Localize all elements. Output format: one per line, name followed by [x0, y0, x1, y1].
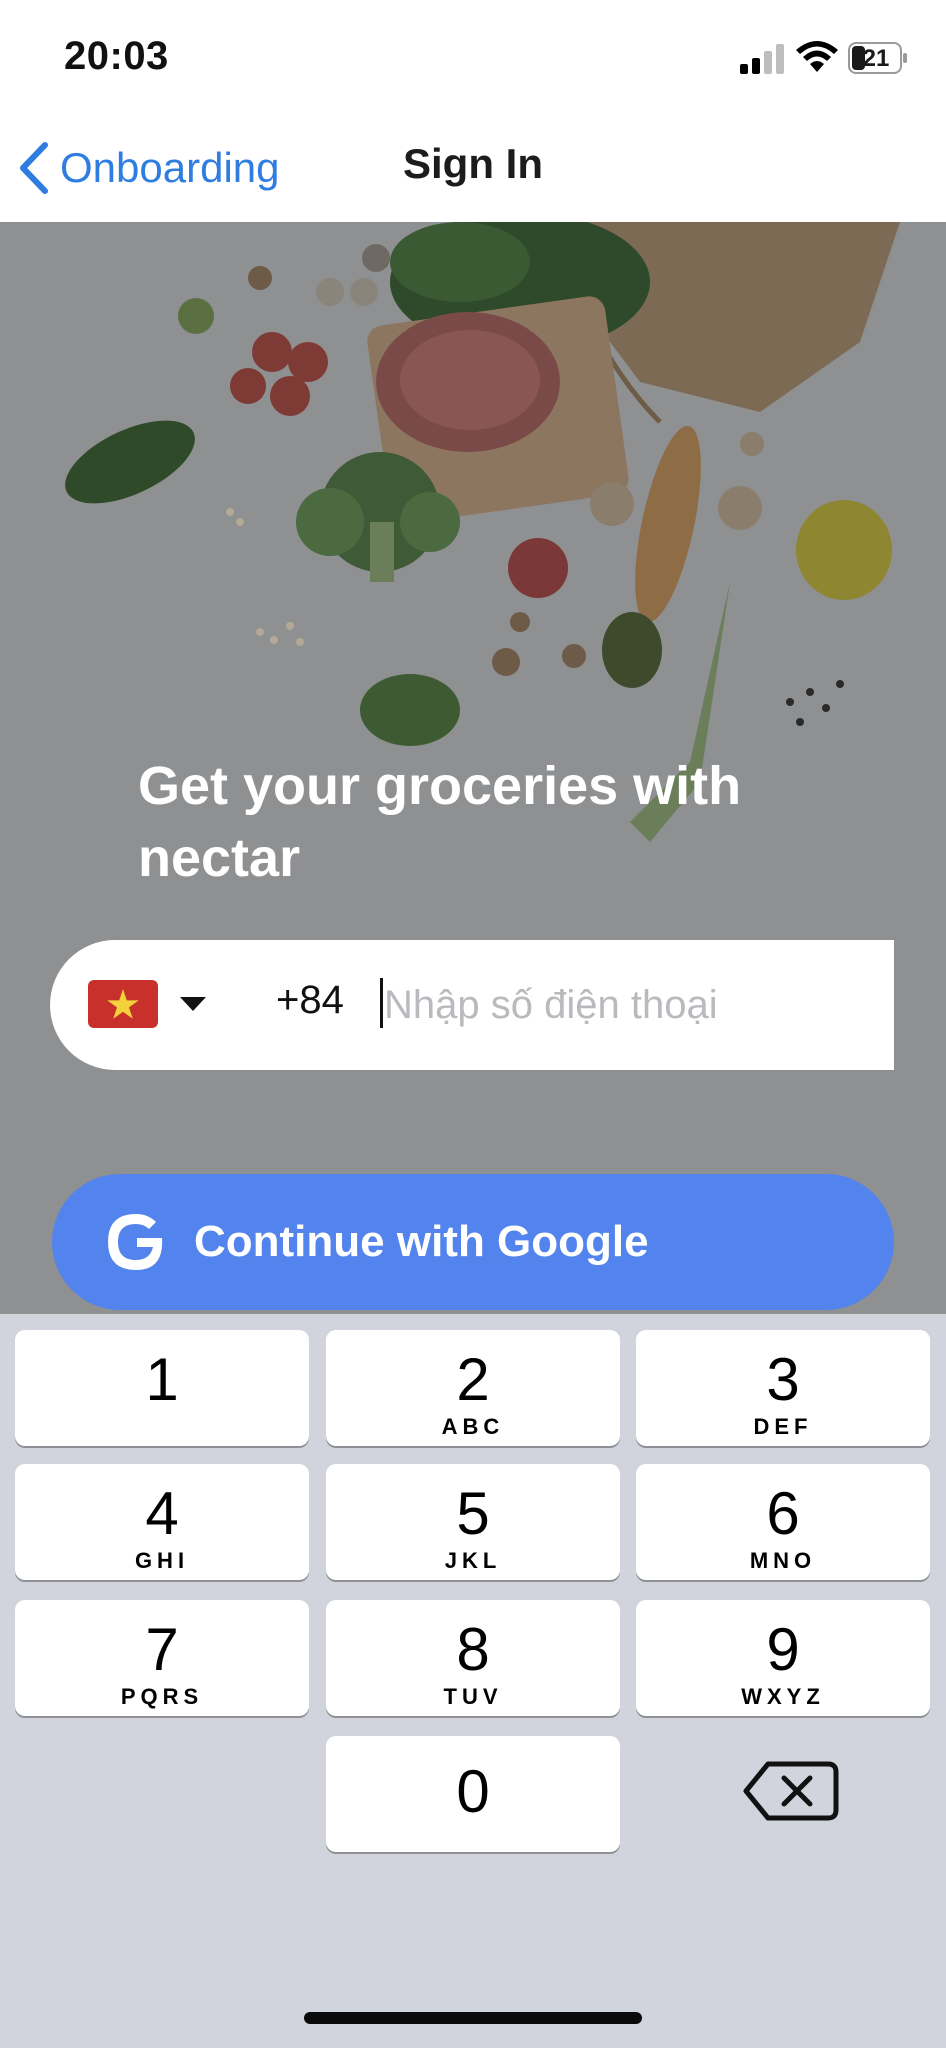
key-number: 6 — [766, 1480, 800, 1547]
key-number: 0 — [456, 1758, 490, 1825]
key-2[interactable]: 2 ABC — [326, 1330, 620, 1446]
key-letters: ABC — [441, 1414, 505, 1439]
wifi-icon — [796, 41, 838, 72]
status-bar: 20:03 21 — [0, 0, 946, 110]
phone-number-input[interactable] — [384, 966, 864, 1044]
key-7[interactable]: 7 PQRS — [15, 1600, 309, 1716]
key-letters: GHI — [134, 1548, 190, 1573]
text-cursor — [380, 978, 383, 1028]
key-4[interactable]: 4 GHI — [15, 1464, 309, 1580]
key-number: 8 — [456, 1616, 490, 1683]
key-5[interactable]: 5 JKL — [326, 1464, 620, 1580]
key-letters: JKL — [444, 1548, 502, 1573]
key-8[interactable]: 8 TUV — [326, 1600, 620, 1716]
hero-section: Get your groceries with nectar — [0, 222, 946, 1314]
key-number: 7 — [145, 1616, 179, 1683]
key-number: 2 — [456, 1346, 490, 1413]
backspace-icon[interactable] — [738, 1756, 842, 1826]
key-0[interactable]: 0 — [326, 1736, 620, 1852]
key-number: 3 — [766, 1346, 800, 1413]
key-letters: TUV — [443, 1684, 503, 1709]
key-letters: MNO — [749, 1548, 817, 1573]
battery-level: 21 — [862, 45, 890, 72]
cellular-signal-icon — [740, 44, 784, 74]
status-time: 20:03 — [64, 34, 169, 78]
key-number: 9 — [766, 1616, 800, 1683]
chevron-down-icon[interactable] — [180, 995, 206, 1013]
key-letters: PQRS — [120, 1684, 204, 1709]
google-button-label: Continue with Google — [194, 1217, 649, 1266]
vietnam-flag-icon[interactable] — [88, 980, 158, 1028]
key-3[interactable]: 3 DEF — [636, 1330, 930, 1446]
key-number: 4 — [145, 1480, 179, 1547]
key-number: 5 — [456, 1480, 490, 1547]
key-number: 1 — [145, 1346, 179, 1413]
back-label: Onboarding — [60, 144, 280, 191]
battery-icon: 21 — [848, 42, 908, 74]
key-letters: DEF — [753, 1414, 813, 1439]
navigation-bar: Sign In Onboarding — [0, 110, 946, 222]
key-letters: WXYZ — [741, 1684, 825, 1709]
key-6[interactable]: 6 MNO — [636, 1464, 930, 1580]
home-indicator — [304, 2012, 642, 2024]
phone-input-row[interactable]: +84 — [50, 940, 894, 1070]
key-9[interactable]: 9 WXYZ — [636, 1600, 930, 1716]
google-icon — [108, 1214, 163, 1270]
back-button[interactable]: Onboarding — [18, 138, 280, 198]
chevron-left-icon — [20, 142, 48, 194]
key-1[interactable]: 1 — [15, 1330, 309, 1446]
continue-with-google-button[interactable]: Continue with Google — [52, 1174, 894, 1310]
headline: Get your groceries with nectar — [138, 756, 742, 888]
country-code: +84 — [276, 978, 344, 1022]
